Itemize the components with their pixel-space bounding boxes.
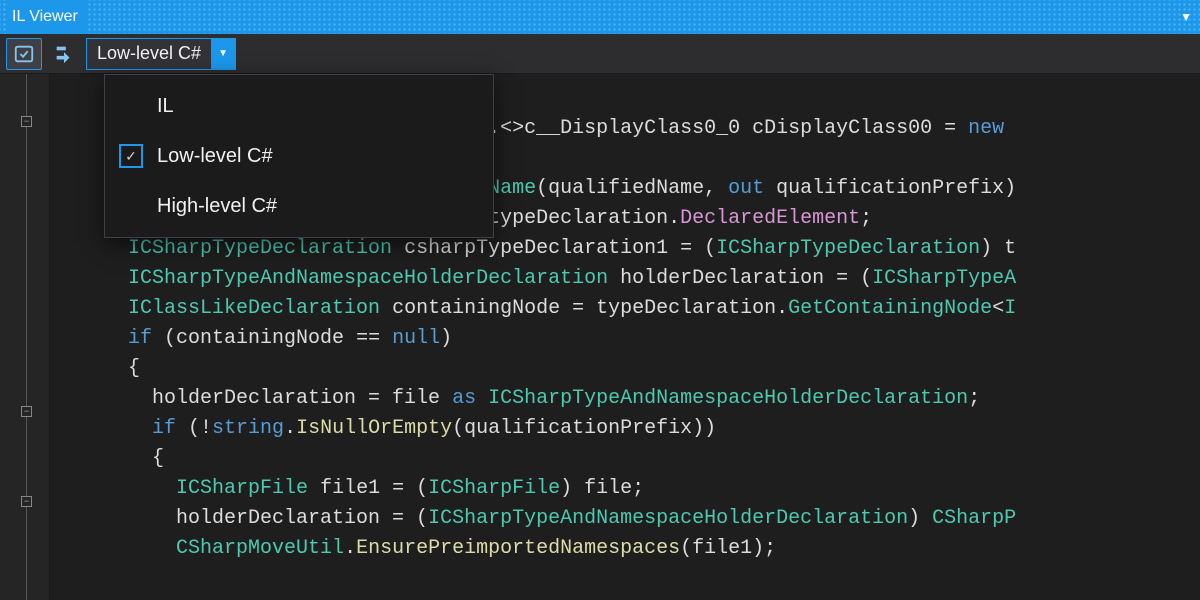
dropdown-label: Low-level C#: [97, 43, 201, 64]
code-line: holderDeclaration = (ICSharpTypeAndNames…: [56, 504, 1200, 534]
collapse-icon[interactable]: ▼: [1180, 10, 1192, 24]
menu-item[interactable]: IL: [105, 81, 493, 131]
view-mode-menu: IL ✓ Low-level C# High-level C#: [104, 74, 494, 238]
view-mode-dropdown[interactable]: Low-level C# ▼: [86, 38, 236, 70]
code-line: {: [56, 354, 1200, 384]
code-line: if (!string.IsNullOrEmpty(qualificationP…: [56, 414, 1200, 444]
fold-toggle[interactable]: −: [21, 116, 32, 127]
title-bar[interactable]: IL Viewer ▼: [0, 0, 1200, 34]
toolbar: Low-level C# ▼: [0, 34, 1200, 74]
code-line: ICSharpFile file1 = (ICSharpFile) file;: [56, 474, 1200, 504]
window-title: IL Viewer: [8, 0, 88, 34]
code-line: CSharpMoveUtil.EnsurePreimportedNamespac…: [56, 534, 1200, 564]
menu-item-label: Low-level C#: [157, 145, 273, 168]
menu-item-label: IL: [157, 95, 174, 118]
fold-toggle[interactable]: −: [21, 406, 32, 417]
sync-icon: [13, 43, 35, 65]
code-line: holderDeclaration = file as ICSharpTypeA…: [56, 384, 1200, 414]
code-line: ICSharpTypeAndNamespaceHolderDeclaration…: [56, 264, 1200, 294]
menu-item[interactable]: High-level C#: [105, 181, 493, 231]
fold-toggle[interactable]: −: [21, 496, 32, 507]
check-icon: ✓: [119, 144, 143, 168]
code-line: IClassLikeDeclaration containingNode = t…: [56, 294, 1200, 324]
code-line: if (containingNode == null): [56, 324, 1200, 354]
navigate-button[interactable]: [46, 38, 82, 70]
code-line: ICSharpTypeDeclaration csharpTypeDeclara…: [56, 234, 1200, 264]
sync-selection-button[interactable]: [6, 38, 42, 70]
navigate-icon: [53, 43, 75, 65]
code-line: {: [56, 444, 1200, 474]
chevron-down-icon: ▼: [211, 39, 235, 69]
menu-item-label: High-level C#: [157, 195, 277, 218]
menu-item[interactable]: ✓ Low-level C#: [105, 131, 493, 181]
editor-gutter: − − −: [0, 74, 50, 600]
